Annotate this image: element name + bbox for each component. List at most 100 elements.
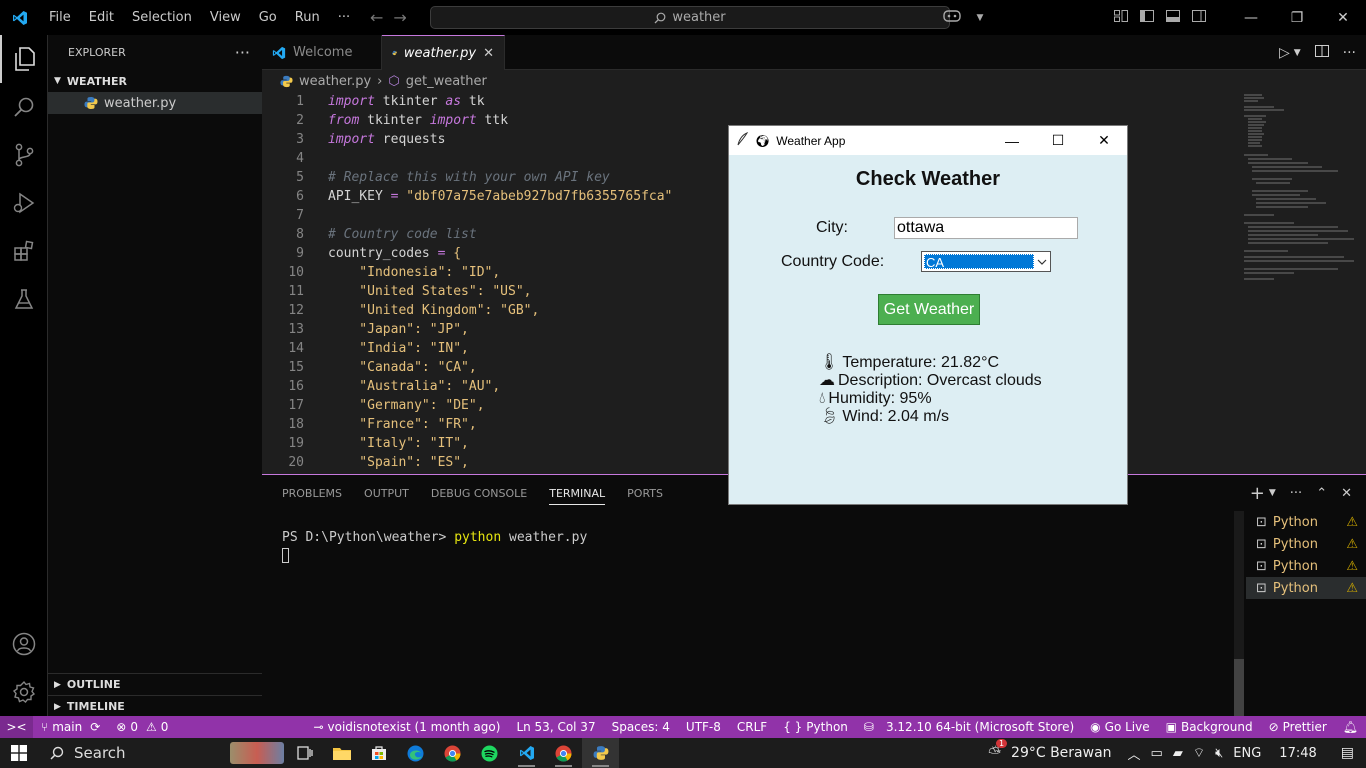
terminal-instance[interactable]: ⊡ Python ⚠ xyxy=(1246,555,1366,577)
tab-weather-py[interactable]: weather.py ✕ xyxy=(382,35,505,70)
more-actions-icon[interactable]: ··· xyxy=(1290,486,1302,501)
more-actions-icon[interactable]: ··· xyxy=(1343,45,1356,61)
toggle-sidebar-icon[interactable] xyxy=(1134,9,1160,26)
extensions-icon[interactable] xyxy=(0,227,48,275)
close-tab-icon[interactable]: ✕ xyxy=(483,46,494,61)
wifi-icon[interactable]: ⌔ xyxy=(1193,745,1205,761)
menu-selection[interactable]: Selection xyxy=(123,0,201,35)
source-control-icon[interactable] xyxy=(0,131,48,179)
vscode-taskbar-icon[interactable] xyxy=(508,738,545,768)
split-editor-icon[interactable] xyxy=(1314,44,1329,61)
chevron-down-icon[interactable] xyxy=(1034,259,1050,265)
terminal-instance[interactable]: ⊡ Python ⚠ xyxy=(1246,577,1366,599)
meet-now-icon[interactable]: ▭ xyxy=(1151,746,1163,761)
language-mode[interactable]: { } Python xyxy=(775,720,856,734)
weather-app-titlebar[interactable]: 🌍︎ Weather App — ☐ ✕ xyxy=(729,126,1127,155)
python-interpreter[interactable]: ⛁ 3.12.10 64-bit (Microsoft Store) xyxy=(856,720,1082,734)
branch-indicator[interactable]: ⑂ main ⟳ xyxy=(33,720,108,734)
terminal-scrollbar[interactable] xyxy=(1234,659,1244,717)
close-icon[interactable]: ✕ xyxy=(1081,126,1127,155)
more-actions-icon[interactable]: ··· xyxy=(235,43,250,62)
run-debug-icon[interactable] xyxy=(0,179,48,227)
tab-debug-console[interactable]: DEBUG CONSOLE xyxy=(431,487,527,500)
maximize-panel-chevron-up-icon[interactable]: ⌃ xyxy=(1316,486,1327,501)
run-dropdown-icon[interactable]: ▼ xyxy=(1294,48,1301,58)
chrome-profile-icon[interactable] xyxy=(545,738,582,768)
edge-browser-icon[interactable] xyxy=(397,738,434,768)
tab-output[interactable]: OUTPUT xyxy=(364,487,409,500)
customize-layout-icon[interactable] xyxy=(1108,9,1134,26)
background-button[interactable]: ▣ Background xyxy=(1158,720,1261,734)
breadcrumb-symbol[interactable]: get_weather xyxy=(406,74,487,89)
menu-run[interactable]: Run xyxy=(286,0,329,35)
timeline-section[interactable]: ▶ TIMELINE xyxy=(48,695,262,717)
close-icon[interactable]: ✕ xyxy=(1320,10,1366,26)
close-panel-icon[interactable]: ✕ xyxy=(1341,486,1352,501)
windows-start-icon[interactable] xyxy=(0,738,38,768)
tab-problems[interactable]: PROBLEMS xyxy=(282,487,342,500)
minimap[interactable] xyxy=(1236,92,1366,474)
microsoft-store-icon[interactable] xyxy=(360,738,397,768)
taskbar-search[interactable]: Search xyxy=(38,744,228,762)
search-icon[interactable] xyxy=(0,83,48,131)
prettier-button[interactable]: ⊘ Prettier xyxy=(1261,720,1335,734)
tab-welcome[interactable]: Welcome xyxy=(262,35,382,70)
get-weather-button[interactable]: Get Weather xyxy=(878,294,980,325)
settings-gear-icon[interactable] xyxy=(0,668,48,716)
terminal-instance[interactable]: ⊡ Python ⚠ xyxy=(1246,533,1366,555)
chrome-icon[interactable] xyxy=(434,738,471,768)
toggle-secondary-sidebar-icon[interactable] xyxy=(1186,9,1212,26)
cursor-position[interactable]: Ln 53, Col 37 xyxy=(508,720,603,734)
maximize-icon[interactable]: ☐ xyxy=(1035,126,1081,155)
line-endings[interactable]: CRLF xyxy=(729,720,775,734)
terminal-output[interactable]: PS D:\Python\weather> python weather.py xyxy=(282,529,587,565)
menu-more[interactable]: ··· xyxy=(329,0,359,35)
task-view-icon[interactable] xyxy=(286,738,323,768)
weather-widget-icon[interactable]: ⛅︎ 1 xyxy=(988,739,1008,763)
clock[interactable]: 17:48 xyxy=(1279,746,1316,761)
toggle-panel-icon[interactable] xyxy=(1160,9,1186,26)
back-arrow-icon[interactable]: ← xyxy=(370,8,383,27)
command-center-search[interactable]: weather xyxy=(430,6,950,29)
problems-indicator[interactable]: ⊗ 0 ⚠ 0 xyxy=(108,720,176,734)
menu-go[interactable]: Go xyxy=(250,0,286,35)
encoding[interactable]: UTF-8 xyxy=(678,720,729,734)
tab-ports[interactable]: PORTS xyxy=(627,487,663,500)
minimize-icon[interactable]: — xyxy=(989,126,1035,155)
tab-terminal[interactable]: TERMINAL xyxy=(549,482,606,505)
file-explorer-icon[interactable] xyxy=(323,738,360,768)
account-icon[interactable] xyxy=(0,620,48,668)
chevron-up-icon[interactable]: ︿ xyxy=(1128,744,1141,763)
search-highlight-icon[interactable] xyxy=(228,738,286,768)
weather-widget[interactable]: 29°C Berawan xyxy=(1011,745,1112,761)
spotify-icon[interactable] xyxy=(471,738,508,768)
notifications-bell-icon[interactable]: 🔔︎ xyxy=(1335,720,1366,734)
python-tk-taskbar-icon[interactable] xyxy=(582,738,619,768)
explorer-icon[interactable] xyxy=(0,35,48,83)
run-python-file-icon[interactable]: ▷ xyxy=(1279,45,1290,61)
volume-muted-icon[interactable]: 🔇︎ xyxy=(1215,746,1223,761)
indentation[interactable]: Spaces: 4 xyxy=(604,720,678,734)
minimize-icon[interactable]: — xyxy=(1228,10,1274,26)
remote-indicator-icon[interactable]: >< xyxy=(0,716,33,738)
battery-icon[interactable]: ▰ xyxy=(1173,746,1183,761)
breadcrumb-file[interactable]: weather.py xyxy=(299,74,371,89)
copilot-icon[interactable] xyxy=(932,9,972,27)
go-live-button[interactable]: ◉ Go Live xyxy=(1082,720,1157,734)
menu-view[interactable]: View xyxy=(201,0,250,35)
menu-edit[interactable]: Edit xyxy=(80,0,123,35)
git-blame[interactable]: ⊸ voidisnotexist (1 month ago) xyxy=(305,720,508,734)
menu-file[interactable]: File xyxy=(40,0,80,35)
restore-icon[interactable]: ❐ xyxy=(1274,10,1320,26)
folder-weather[interactable]: ▼ WEATHER xyxy=(48,70,262,92)
terminal-instance[interactable]: ⊡ Python ⚠ xyxy=(1246,511,1366,533)
outline-section[interactable]: ▶ OUTLINE xyxy=(48,673,262,695)
country-code-select[interactable]: CA xyxy=(921,251,1051,272)
language-indicator[interactable]: ENG xyxy=(1233,746,1261,761)
action-center-icon[interactable]: ▤ xyxy=(1341,745,1354,761)
copilot-dropdown-icon[interactable]: ▼ xyxy=(972,13,988,23)
file-weather-py[interactable]: weather.py xyxy=(48,92,262,114)
city-input[interactable]: ottawa xyxy=(894,217,1078,239)
new-terminal-plus-icon[interactable]: + xyxy=(1250,483,1265,504)
terminal-dropdown-icon[interactable]: ▼ xyxy=(1269,488,1276,498)
